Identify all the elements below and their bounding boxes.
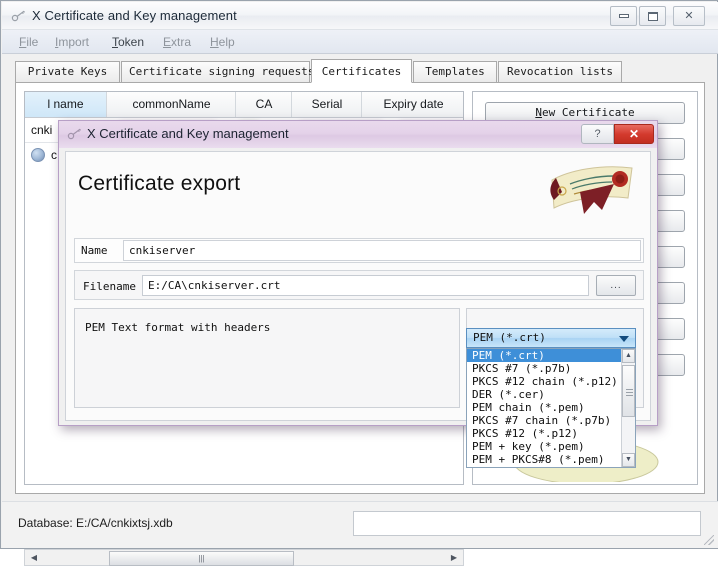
browse-button[interactable]: ...: [596, 275, 636, 296]
combobox-option-pkcs7-p7b[interactable]: PKCS #7 (*.p7b): [467, 362, 635, 375]
dialog-close-button[interactable]: ✕: [614, 124, 654, 144]
name-input[interactable]: cnkiserver: [123, 240, 641, 261]
column-header-internal-name[interactable]: l name: [25, 92, 107, 117]
tab-revocation-lists[interactable]: Revocation lists: [498, 61, 622, 83]
scroll-right-icon[interactable]: ▶: [446, 550, 462, 565]
combobox-dropdown-list[interactable]: PEM (*.crt) PKCS #7 (*.p7b) PKCS #12 cha…: [466, 348, 636, 468]
menu-item-extra[interactable]: Extra: [158, 34, 196, 50]
combobox-selected-value: PEM (*.crt): [473, 331, 546, 344]
menu-item-token[interactable]: Token: [107, 34, 149, 50]
cell-internal-name: c: [51, 148, 57, 162]
maximize-button[interactable]: [639, 6, 666, 26]
column-header-expiry-date[interactable]: Expiry date: [363, 92, 463, 117]
combobox-option-pkcs12-p12[interactable]: PKCS #12 (*.p12): [467, 427, 635, 440]
combobox-option-pem-chain[interactable]: PEM chain (*.pem): [467, 401, 635, 414]
minimize-button[interactable]: [610, 6, 637, 26]
menu-item-file[interactable]: FFileile: [14, 34, 43, 50]
combobox-option-pem-crt[interactable]: PEM (*.crt): [467, 349, 635, 362]
name-field-group: Name cnkiserver: [74, 238, 644, 263]
scroll-down-icon[interactable]: ▼: [622, 453, 635, 467]
format-description-text: PEM Text format with headers: [85, 321, 271, 334]
table-header-row: l name commonName CA Serial Expiry date: [25, 92, 463, 118]
combobox-option-pem-key[interactable]: PEM + key (*.pem): [467, 440, 635, 453]
tab-templates[interactable]: Templates: [413, 61, 497, 83]
cell-internal-name: cnki: [31, 123, 53, 137]
filename-field-group: Filename E:/CA\cnkiserver.crt ...: [74, 270, 644, 300]
column-header-ca[interactable]: CA: [237, 92, 292, 117]
menu-bar: FFileile Import Token Extra Help: [2, 30, 718, 54]
tab-strip: Private Keys Certificate signing request…: [15, 59, 705, 83]
combobox-option-pkcs12-chain[interactable]: PKCS #12 chain (*.p12): [467, 375, 635, 388]
tab-private-keys[interactable]: Private Keys: [15, 61, 120, 83]
dropdown-vertical-scrollbar[interactable]: ▲ ▼: [621, 349, 635, 467]
close-button[interactable]: ✕: [673, 6, 705, 26]
close-icon: ✕: [684, 10, 694, 22]
status-bar: Database: E:/CA/cnkixtsj.xdb: [2, 501, 718, 548]
main-window-title: X Certificate and Key management: [32, 8, 237, 23]
column-header-common-name[interactable]: commonName: [108, 92, 236, 117]
scrollbar-thumb[interactable]: |||: [109, 551, 294, 566]
dialog-title: X Certificate and Key management: [87, 126, 289, 141]
combobox-display[interactable]: PEM (*.crt): [466, 328, 636, 348]
database-path-label: Database: E:/CA/cnkixtsj.xdb: [18, 516, 173, 530]
column-header-serial[interactable]: Serial: [293, 92, 362, 117]
maximize-icon: [647, 11, 658, 21]
scroll-left-icon[interactable]: ◀: [26, 550, 42, 565]
main-titlebar: X Certificate and Key management ✕: [2, 2, 718, 30]
status-text-field[interactable]: [353, 511, 701, 536]
dialog-help-button[interactable]: ?: [581, 124, 614, 144]
chevron-down-icon[interactable]: [619, 336, 629, 342]
scroll-up-icon[interactable]: ▲: [622, 349, 635, 363]
dialog-heading: Certificate export: [78, 172, 241, 195]
dropdown-scrollbar-thumb[interactable]: [622, 365, 635, 417]
combobox-option-pem-pkcs8[interactable]: PEM + PKCS#8 (*.pem): [467, 453, 635, 466]
combobox-option-der-cer[interactable]: DER (*.cer): [467, 388, 635, 401]
resize-grip-icon[interactable]: [704, 535, 714, 545]
filename-label: Filename: [83, 280, 136, 293]
filename-input[interactable]: E:/CA\cnkiserver.crt: [142, 275, 589, 296]
name-label: Name: [81, 244, 108, 257]
dialog-titlebar: X Certificate and Key management ? ✕: [59, 121, 657, 148]
accel-n: N: [535, 106, 542, 119]
format-description-panel: PEM Text format with headers: [74, 308, 460, 408]
menu-item-import[interactable]: Import: [50, 34, 94, 50]
certificate-icon: [31, 148, 45, 162]
menu-item-help[interactable]: Help: [205, 34, 240, 50]
minimize-icon: [618, 14, 629, 19]
tab-csr[interactable]: Certificate signing requests: [121, 61, 314, 83]
app-key-icon: [11, 9, 26, 24]
certificate-scroll-icon: [550, 166, 633, 214]
table-horizontal-scrollbar[interactable]: ◀ ||| ▶: [24, 549, 464, 566]
export-format-combobox[interactable]: PEM (*.crt) PEM (*.crt) PKCS #7 (*.p7b) …: [466, 328, 636, 468]
tab-certificates[interactable]: Certificates: [311, 59, 412, 83]
dialog-key-icon: [67, 127, 82, 142]
combobox-option-pkcs7-chain[interactable]: PKCS #7 chain (*.p7b): [467, 414, 635, 427]
